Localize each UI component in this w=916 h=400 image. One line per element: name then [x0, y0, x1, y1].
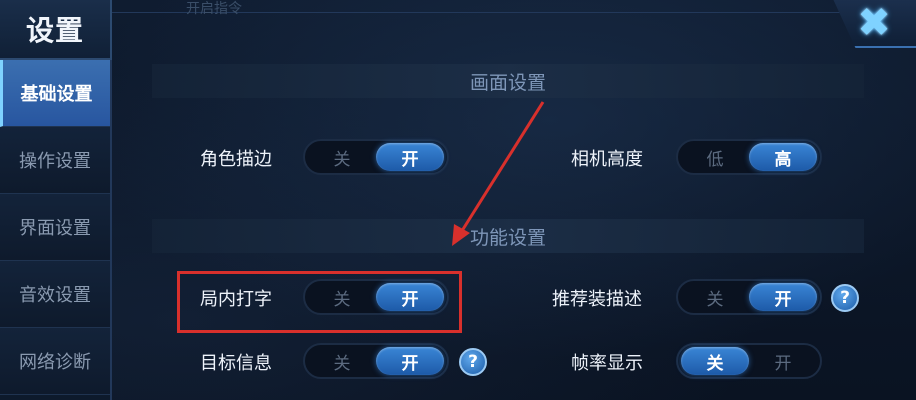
- page-title: 设置: [25, 14, 84, 47]
- recommended-gear-toggle[interactable]: 关 开: [676, 279, 822, 315]
- background: [0, 0, 916, 400]
- highlight-annotation-box: [177, 271, 462, 333]
- settings-title-panel: 设置: [0, 0, 112, 60]
- frame-rate-label: 帧率显示: [571, 353, 643, 374]
- sidebar-item-network[interactable]: 网络诊断: [0, 328, 110, 395]
- section-header-function: 功能设置: [152, 219, 864, 253]
- role-outline-label: 角色描边: [200, 149, 272, 170]
- sidebar-item-audio[interactable]: 音效设置: [0, 261, 110, 328]
- camera-height-low[interactable]: 低: [681, 143, 749, 171]
- frame-rate-on[interactable]: 开: [749, 347, 817, 375]
- recommended-gear-label: 推荐装描述: [552, 289, 642, 310]
- camera-height-label: 相机高度: [571, 149, 643, 170]
- target-info-help-icon[interactable]: ?: [459, 348, 487, 376]
- target-info-off[interactable]: 关: [308, 347, 376, 375]
- sidebar-item-basic[interactable]: 基础设置: [0, 60, 110, 127]
- recommended-gear-on[interactable]: 开: [749, 283, 817, 311]
- target-info-on[interactable]: 开: [376, 347, 444, 375]
- role-outline-off[interactable]: 关: [308, 143, 376, 171]
- section-header-display: 画面设置: [152, 64, 864, 98]
- sidebar-item-interface[interactable]: 界面设置: [0, 194, 110, 261]
- target-info-label: 目标信息: [200, 353, 272, 374]
- close-icon[interactable]: ✖: [854, 0, 894, 46]
- camera-height-high[interactable]: 高: [749, 143, 817, 171]
- faint-background-title: 开启指令: [186, 1, 242, 17]
- target-info-toggle[interactable]: 关 开: [303, 343, 449, 379]
- role-outline-toggle[interactable]: 关 开: [303, 139, 449, 175]
- sidebar-item-controls[interactable]: 操作设置: [0, 127, 110, 194]
- sidebar: 基础设置 操作设置 界面设置 音效设置 网络诊断: [0, 60, 112, 400]
- recommended-gear-help-icon[interactable]: ?: [831, 284, 859, 312]
- role-outline-on[interactable]: 开: [376, 143, 444, 171]
- recommended-gear-off[interactable]: 关: [681, 283, 749, 311]
- camera-height-toggle[interactable]: 低 高: [676, 139, 822, 175]
- frame-rate-off[interactable]: 关: [681, 347, 749, 375]
- frame-rate-toggle[interactable]: 关 开: [676, 343, 822, 379]
